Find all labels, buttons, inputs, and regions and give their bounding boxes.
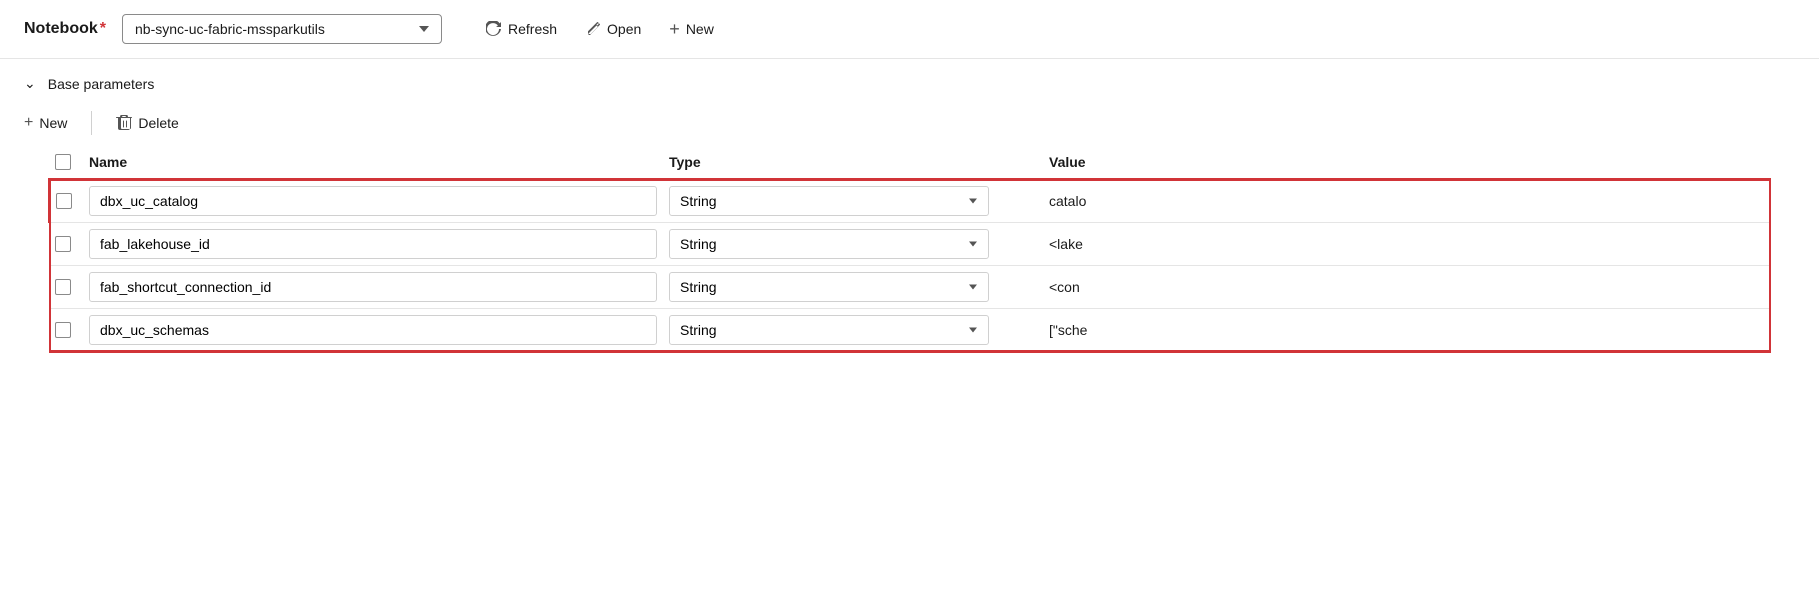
row-1-name-input[interactable] [89, 186, 657, 216]
notebook-dropdown-value: nb-sync-uc-fabric-mssparkutils [135, 21, 325, 37]
params-delete-label: Delete [138, 115, 178, 131]
col-header-value: Value [1049, 146, 1771, 179]
refresh-icon [486, 21, 502, 37]
row-4-checkbox[interactable] [55, 322, 71, 338]
plus-icon: + [669, 20, 680, 38]
row-4-value: ["sche [1049, 322, 1087, 338]
base-params-label: Base parameters [48, 76, 155, 92]
row-3-type-select[interactable]: StringIntFloatBool [669, 272, 989, 302]
params-table-body: StringIntFloatBoolcataloStringIntFloatBo… [49, 179, 1771, 352]
row-value-cell: catalo [1049, 179, 1771, 223]
row-3-name-input[interactable] [89, 272, 657, 302]
row-1-checkbox[interactable] [56, 193, 72, 209]
params-new-label: New [39, 115, 67, 131]
trash-icon [116, 115, 132, 131]
row-name-cell [89, 179, 669, 223]
toolbar-divider [91, 111, 92, 135]
refresh-button[interactable]: Refresh [474, 15, 569, 43]
row-4-type-select[interactable]: StringIntFloatBool [669, 315, 989, 345]
row-name-cell [89, 266, 669, 309]
row-4-name-input[interactable] [89, 315, 657, 345]
row-3-checkbox[interactable] [55, 279, 71, 295]
chevron-down-icon [419, 26, 429, 32]
row-type-cell: StringIntFloatBool [669, 223, 1049, 266]
base-params-section: ⌄ Base parameters + New Delete [0, 59, 1819, 353]
new-header-button[interactable]: + New [657, 14, 726, 44]
open-button[interactable]: Open [573, 15, 653, 43]
row-2-type-select[interactable]: StringIntFloatBool [669, 229, 989, 259]
refresh-label: Refresh [508, 21, 557, 37]
edit-icon [585, 21, 601, 37]
notebook-label: Notebook* [24, 20, 106, 38]
new-header-label: New [686, 21, 714, 37]
row-checkbox-cell [49, 309, 89, 353]
toolbar-actions: Refresh Open + New [474, 14, 726, 44]
row-name-cell [89, 223, 669, 266]
header-row: Notebook* nb-sync-uc-fabric-mssparkutils… [0, 0, 1819, 59]
row-1-type-select[interactable]: StringIntFloatBool [669, 186, 989, 216]
row-3-value: <con [1049, 279, 1080, 295]
params-table: Name Type Value StringIntFloatBool catalo… [48, 146, 1771, 353]
row-checkbox-cell [49, 266, 89, 309]
select-all-checkbox[interactable] [55, 154, 71, 170]
params-table-container: Name Type Value StringIntFloatBool catalo… [24, 146, 1795, 353]
table-row: StringIntFloatBool ["sche [49, 309, 1771, 353]
col-header-type: Type [669, 146, 1049, 179]
open-label: Open [607, 21, 641, 37]
table-row: StringIntFloatBool <con [49, 266, 1771, 309]
row-type-cell: StringIntFloatBool [669, 179, 1049, 223]
row-value-cell: ["sche [1049, 309, 1771, 353]
row-checkbox-cell [49, 179, 89, 223]
row-value-cell: <lake [1049, 223, 1771, 266]
required-indicator: * [100, 20, 106, 37]
params-plus-icon: + [24, 114, 33, 132]
table-row: StringIntFloatBool catalo [49, 179, 1771, 223]
col-header-checkbox [49, 146, 89, 179]
base-params-toggle[interactable]: ⌄ Base parameters [24, 71, 1795, 96]
table-header-row: Name Type Value [49, 146, 1771, 179]
row-1-value: catalo [1049, 193, 1086, 209]
row-value-cell: <con [1049, 266, 1771, 309]
row-type-cell: StringIntFloatBool [669, 309, 1049, 353]
table-row: StringIntFloatBool <lake [49, 223, 1771, 266]
row-type-cell: StringIntFloatBool [669, 266, 1049, 309]
row-checkbox-cell [49, 223, 89, 266]
row-2-checkbox[interactable] [55, 236, 71, 252]
params-delete-button[interactable]: Delete [104, 109, 190, 137]
row-2-name-input[interactable] [89, 229, 657, 259]
params-new-button[interactable]: + New [24, 108, 79, 138]
row-name-cell [89, 309, 669, 353]
notebook-dropdown[interactable]: nb-sync-uc-fabric-mssparkutils [122, 14, 442, 44]
row-2-value: <lake [1049, 236, 1083, 252]
col-header-name: Name [89, 146, 669, 179]
params-toolbar: + New Delete [24, 96, 1795, 146]
